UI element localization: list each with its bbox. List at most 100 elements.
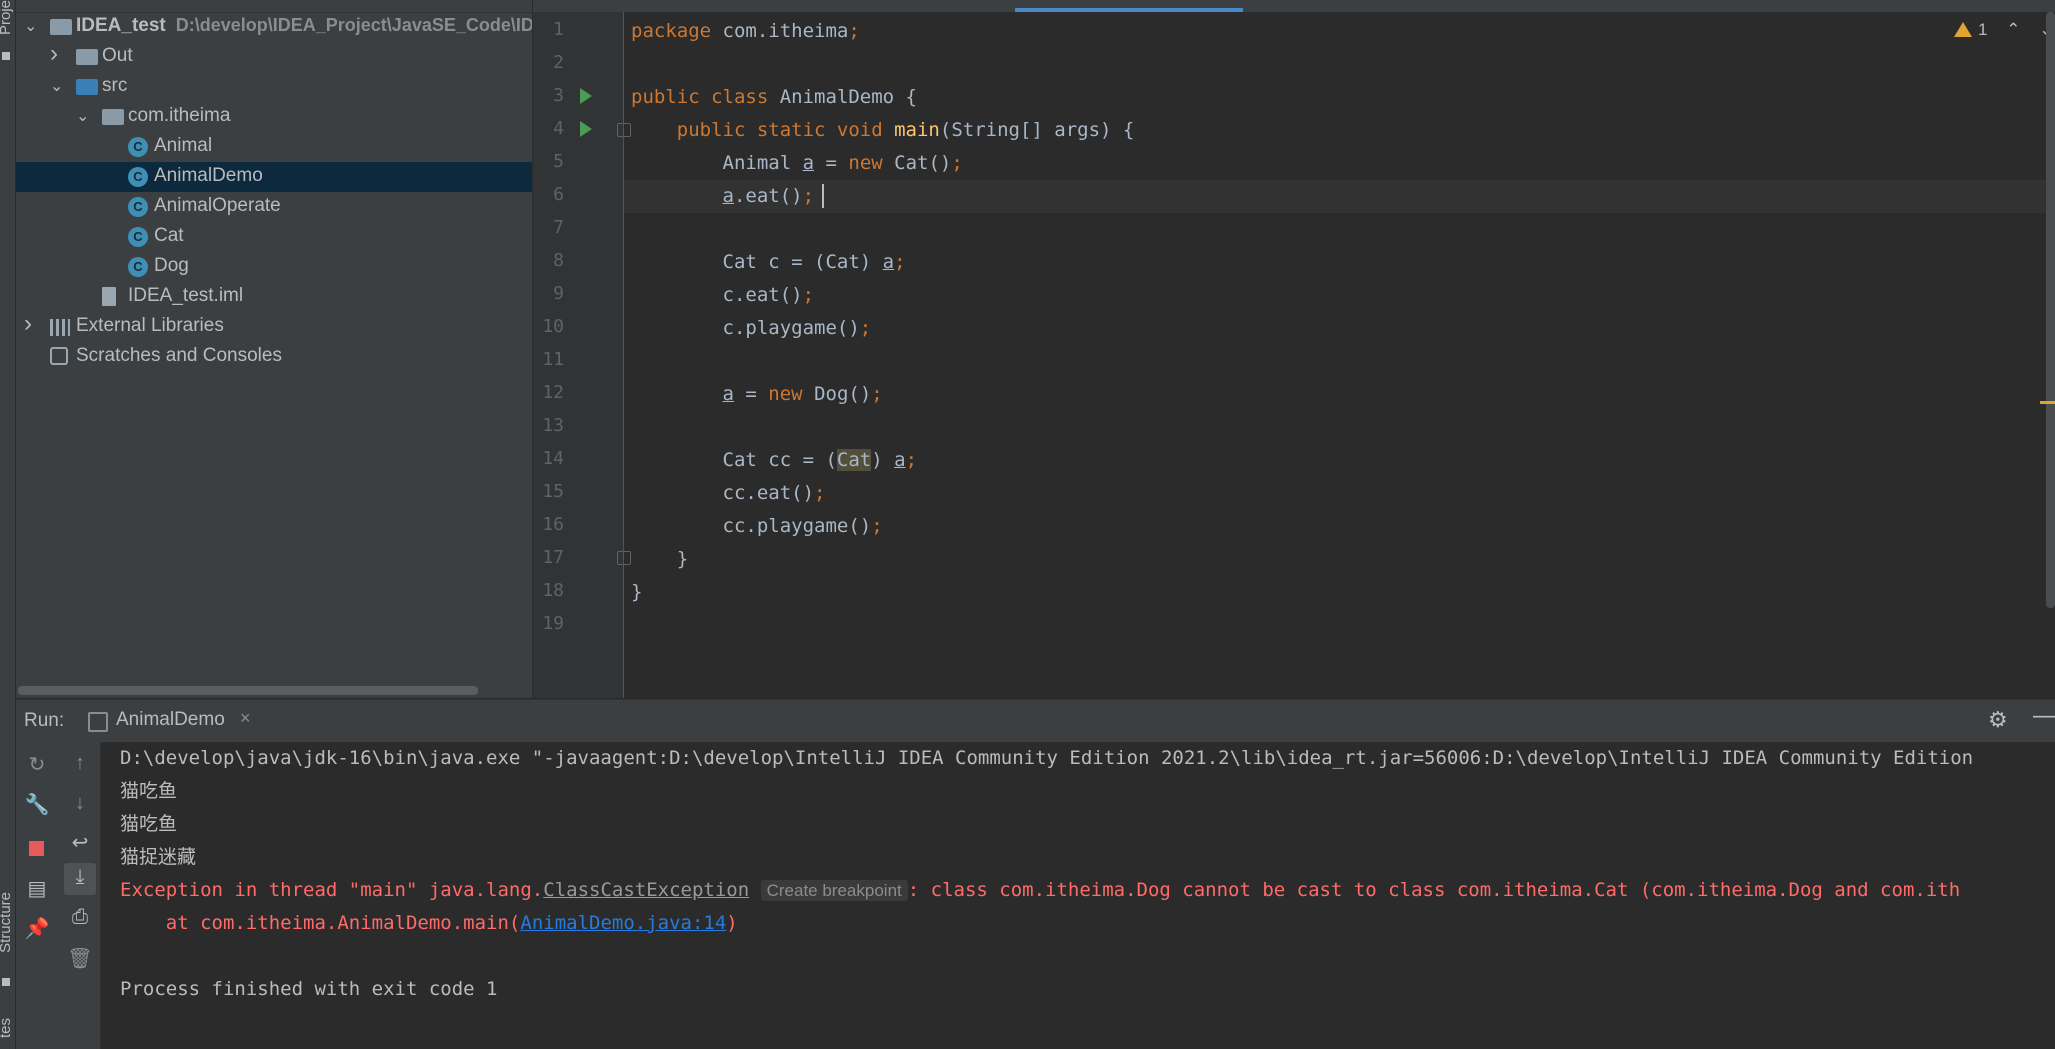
console-tab-icon: [88, 712, 108, 732]
project-tree-label: External Libraries: [76, 315, 224, 336]
project-tree-item[interactable]: › External Libraries: [16, 310, 532, 342]
project-horizontal-scrollbar[interactable]: [18, 686, 478, 695]
class-icon: C: [128, 257, 148, 277]
project-tree-item[interactable]: C Animal: [16, 132, 532, 162]
fold-end-icon[interactable]: [617, 551, 631, 565]
arrow-down-icon[interactable]: ↓: [65, 792, 95, 815]
favorites-tool-window-button[interactable]: tes: [0, 1018, 14, 1038]
code-token: Cat c = (Cat): [631, 251, 883, 273]
soft-wrap-icon[interactable]: ↩: [65, 830, 95, 855]
source-location-link[interactable]: AnimalDemo.java:14: [520, 912, 726, 934]
project-tree-label: Scratches and Consoles: [76, 345, 282, 366]
inspection-widget[interactable]: 1 ⌃ ⌄: [1954, 20, 2053, 40]
class-run-icon: C: [128, 167, 148, 187]
project-tree-item[interactable]: ⌄ IDEA_test D:\develop\IDEA_Project\JavaSE…: [16, 12, 532, 42]
line-number: 17: [542, 547, 564, 568]
code-token: }: [631, 581, 643, 603]
code-line: public static void main(String[] args) {: [631, 114, 1135, 147]
line-number: 18: [542, 580, 564, 601]
project-tree-item[interactable]: ⌄ com.itheima: [16, 102, 532, 132]
class-icon: C: [128, 137, 148, 157]
fold-method-icon[interactable]: [617, 123, 631, 137]
code-token: main: [894, 119, 940, 141]
run-class-icon[interactable]: [580, 88, 592, 104]
code-token: a: [894, 449, 906, 471]
line-number: 15: [542, 481, 564, 502]
project-tree-label-wrap: Cat: [154, 225, 184, 247]
code-token: new: [848, 152, 895, 174]
scratches-icon: [50, 347, 68, 365]
structure-tool-window-button[interactable]: Structure: [0, 892, 14, 953]
minimize-icon[interactable]: —: [2033, 702, 2055, 730]
project-tree-item[interactable]: C AnimalDemo: [16, 162, 532, 192]
line-number: 8: [553, 250, 564, 271]
close-tab-icon[interactable]: ×: [240, 708, 251, 729]
project-tool-window-button[interactable]: Proje: [0, 0, 14, 35]
chevron-down-icon[interactable]: ⌄: [50, 76, 66, 95]
previous-highlight-icon[interactable]: ⌃: [2006, 20, 2020, 39]
project-tree-item[interactable]: › Out: [16, 40, 532, 72]
wrench-icon[interactable]: 🔧: [22, 792, 52, 817]
chevron-down-icon[interactable]: ⌄: [76, 106, 92, 125]
trash-icon[interactable]: 🗑: [65, 946, 95, 971]
stop-icon[interactable]: [29, 841, 44, 856]
code-token: ): [871, 449, 895, 471]
line-number: 12: [542, 382, 564, 403]
create-breakpoint-button[interactable]: Create breakpoint: [760, 880, 908, 901]
warning-stripe-marker[interactable]: [2040, 401, 2055, 404]
chevron-right-icon[interactable]: ›: [24, 310, 40, 337]
project-tree-item[interactable]: C Dog: [16, 252, 532, 282]
run-label: Run:: [24, 710, 65, 731]
class-icon: C: [128, 197, 148, 217]
package-icon: [102, 109, 124, 125]
arrow-up-icon[interactable]: ↑: [65, 752, 95, 775]
module-folder-icon: [50, 19, 72, 35]
code-token: ;: [894, 251, 906, 273]
project-tree-label: Dog: [154, 255, 189, 276]
run-main-icon[interactable]: [580, 121, 592, 137]
warning-icon: [1954, 22, 1972, 37]
run-console-output[interactable]: D:\develop\java\jdk-16\bin\java.exe "-ja…: [101, 742, 2055, 1049]
layout-icon[interactable]: ▤: [22, 876, 52, 901]
project-tree-item[interactable]: ⌄ src: [16, 72, 532, 102]
gutter-divider: [623, 12, 624, 698]
exception-class-link[interactable]: ClassCastException: [543, 879, 749, 901]
rerun-icon[interactable]: ↻: [22, 752, 52, 777]
project-tree-label-wrap: External Libraries: [76, 315, 224, 337]
line-number: 16: [542, 514, 564, 535]
line-number: 10: [542, 316, 564, 337]
project-tree-label: com.itheima: [128, 105, 231, 126]
code-token: ;: [802, 185, 815, 207]
project-tree-item[interactable]: IDEA_test.iml: [16, 282, 532, 312]
print-icon[interactable]: ⎙: [65, 906, 95, 929]
editor-vertical-scrollbar[interactable]: [2046, 12, 2055, 608]
left-tool-strip: Proje Structure tes: [0, 0, 16, 1049]
project-tree-label-wrap: Scratches and Consoles: [76, 345, 282, 367]
code-token: ;: [871, 515, 883, 537]
code-token: Cat: [836, 449, 872, 471]
code-token: a: [722, 185, 734, 207]
project-tree-label: src: [102, 75, 128, 96]
libraries-icon: [50, 319, 70, 336]
line-number: 6: [553, 184, 564, 205]
code-line: Cat c = (Cat) a;: [631, 246, 906, 279]
chevron-down-icon[interactable]: ⌄: [24, 16, 40, 35]
project-tree-label-wrap: Out: [102, 45, 133, 67]
console-output-line: 猫捉迷藏: [120, 846, 197, 868]
scroll-to-end-button[interactable]: ⤓: [64, 863, 96, 895]
code-line: Animal a = new Cat();: [631, 147, 963, 180]
gear-icon[interactable]: ⚙: [1988, 707, 2008, 733]
project-tree-item[interactable]: C Cat: [16, 222, 532, 252]
stacktrace-line: at com.itheima.AnimalDemo.main(AnimalDem…: [120, 907, 738, 940]
code-token: Animal: [631, 152, 803, 174]
code-token: c.eat(): [631, 284, 803, 306]
chevron-right-icon[interactable]: ›: [50, 40, 66, 67]
project-tree-item[interactable]: C AnimalOperate: [16, 192, 532, 222]
code-token: ;: [951, 152, 963, 174]
pin-icon[interactable]: 📌: [22, 916, 52, 941]
project-tree-item[interactable]: Scratches and Consoles: [16, 342, 532, 372]
project-path-hint: D:\develop\IDEA_Project\JavaSE_Code\IDE: [175, 15, 532, 35]
code-line: a = new Dog();: [631, 378, 883, 411]
line-number: 4: [553, 118, 564, 139]
project-tree-label-wrap: src: [102, 75, 127, 97]
